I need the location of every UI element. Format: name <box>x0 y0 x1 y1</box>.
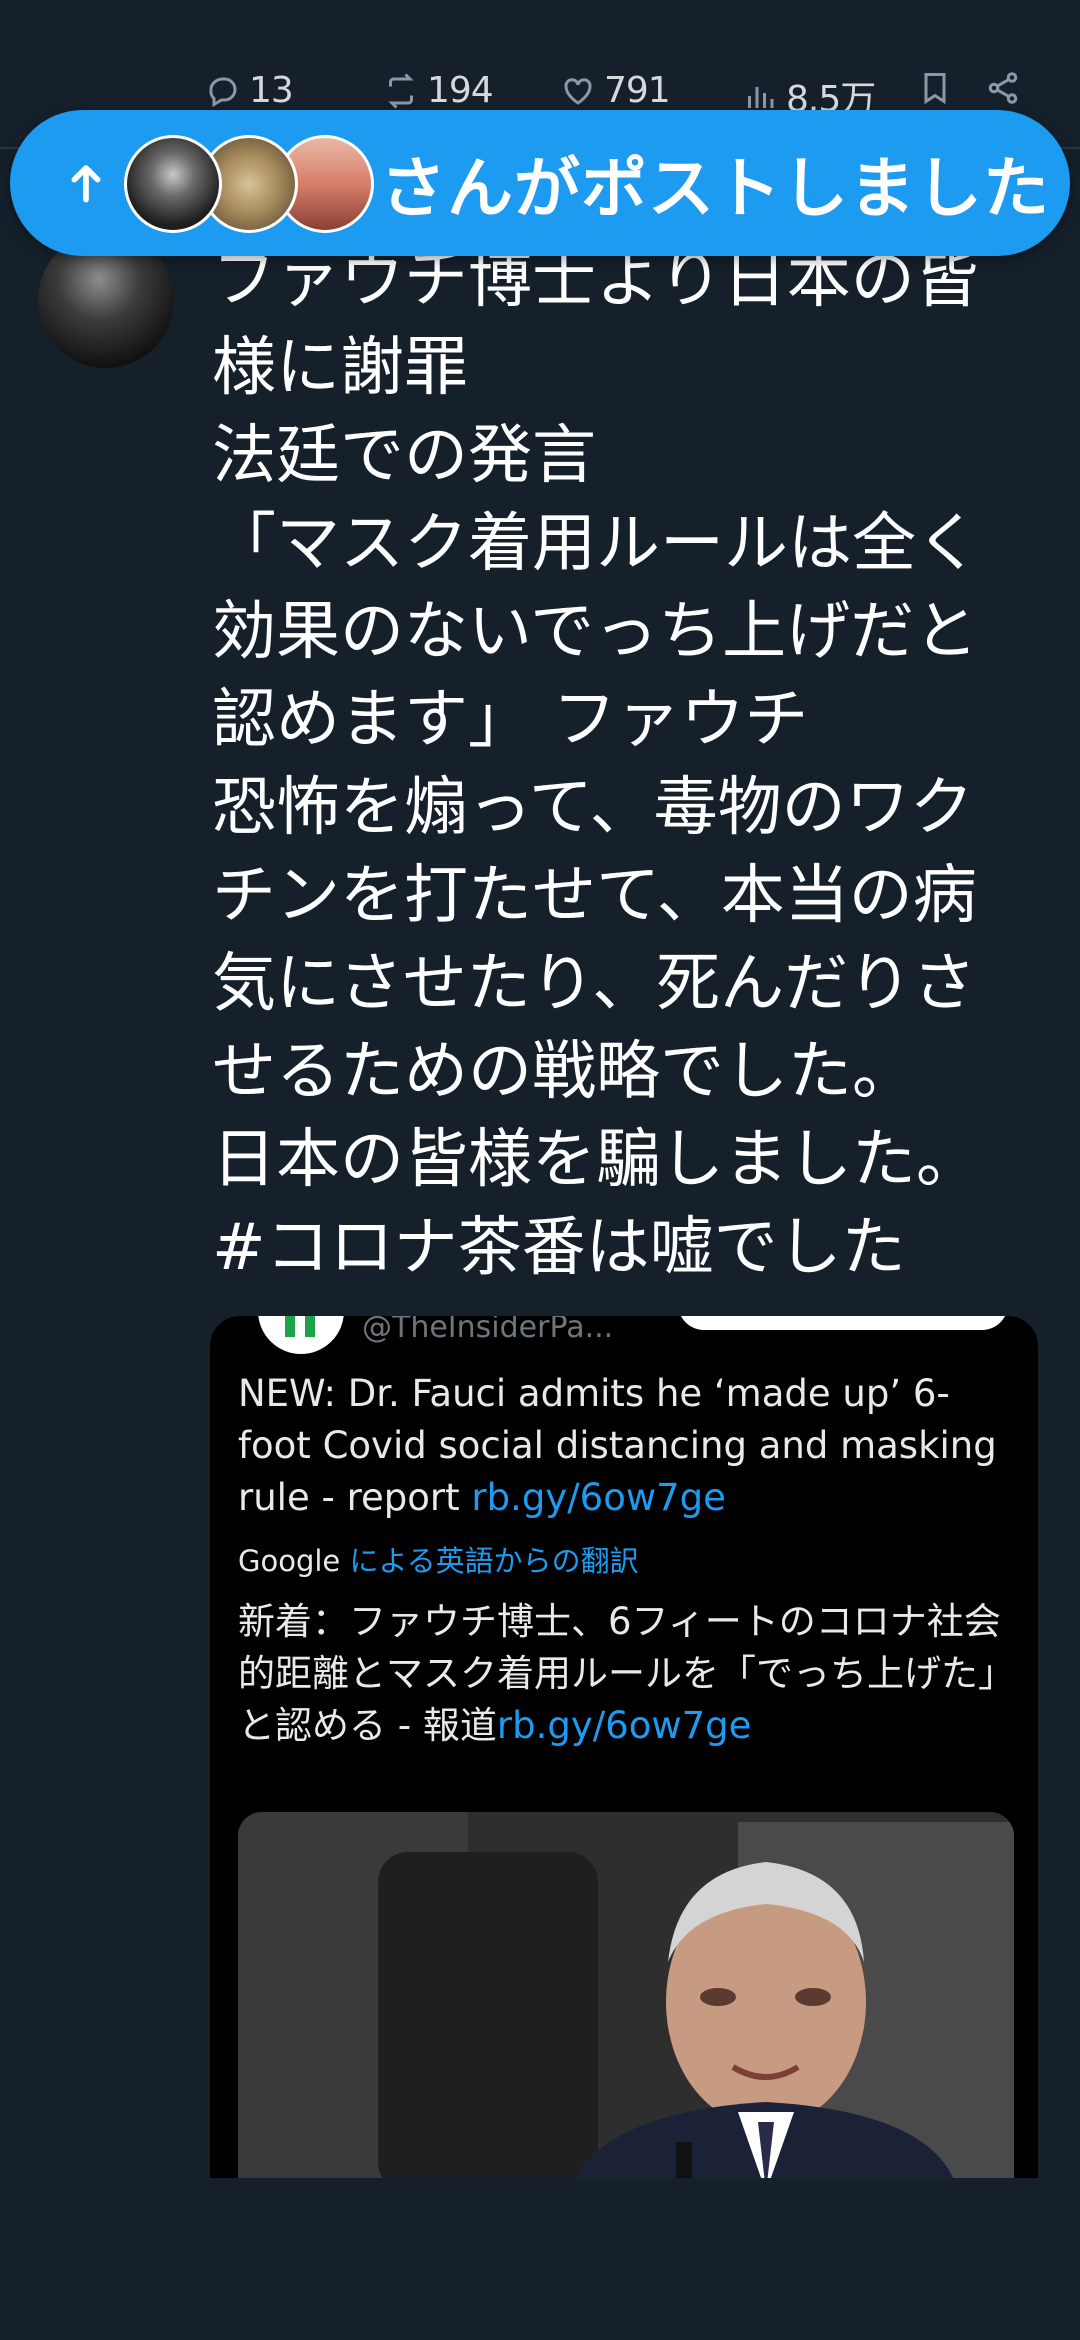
card-handle-row: @TheInsiderPa... <box>238 1316 1018 1354</box>
translate-link[interactable]: による英語からの翻訳 <box>349 1544 638 1578</box>
card-avatar <box>258 1316 344 1354</box>
hashtag-line[interactable]: #コロナ茶番は嘘でした <box>212 1204 1012 1292</box>
tweet-text: ファウチ博士より日本の皆 様に謝罪 法廷での発言 「マスク着用ルールは全く 効果… <box>212 236 1012 1292</box>
tweet-line: 恐怖を煽って、毒物のワク <box>212 771 974 845</box>
pill-avatars <box>124 135 374 233</box>
avatar <box>124 135 222 233</box>
like-icon <box>564 77 592 105</box>
repost-count: 194 <box>427 70 494 111</box>
portrait-photo <box>238 1812 1014 2178</box>
tweet-line: 認めます」 ファウチ <box>212 683 809 757</box>
tweet-line: 様に謝罪 <box>212 331 468 405</box>
tweet-line: チンを打たせて、本当の病 <box>212 859 977 933</box>
bookmark-action[interactable] <box>917 70 953 106</box>
tweet-line: 気にさせたり、死んだりさ <box>212 947 977 1021</box>
media-card[interactable]: @TheInsiderPa... NEW: Dr. Fauci admits h… <box>210 1316 1038 2178</box>
tweet-line: 効果のないでっち上げだと <box>212 595 979 669</box>
card-japanese-link[interactable]: rb.gy/6ow7ge <box>497 1704 752 1747</box>
card-handle: @TheInsiderPa... <box>362 1316 614 1345</box>
reply-icon <box>209 77 237 107</box>
reply-action[interactable]: 13 <box>205 70 294 111</box>
card-japanese-text: 新着：ファウチ博士、6フィートのコロナ社会的距離とマスク着用ルールを「でっち上げ… <box>238 1596 1018 1752</box>
new-posts-pill[interactable]: さんがポストしました <box>10 110 1070 256</box>
bookmark-icon <box>924 73 946 105</box>
arrow-up-icon <box>56 161 116 205</box>
screen: 13 194 791 8.5万 ファウチ博士より日本の皆 様に謝罪 法廷での発言… <box>0 0 1080 2340</box>
card-english-text: NEW: Dr. Fauci admits he ‘made up’ 6-foo… <box>238 1368 1018 1524</box>
repost-icon <box>388 72 414 109</box>
card-english-link[interactable]: rb.gy/6ow7ge <box>471 1476 726 1519</box>
card-photo[interactable] <box>238 1812 1014 2178</box>
tweet-line: 日本の皆様を騙しました。 <box>212 1123 980 1197</box>
tweet-line: 「マスク着用ルールは全く <box>212 507 980 581</box>
reply-count: 13 <box>249 70 294 111</box>
like-action[interactable]: 791 <box>560 70 671 111</box>
share-action[interactable] <box>985 70 1021 106</box>
pill-label: さんがポストしました <box>380 150 1050 227</box>
translate-row: Google による英語からの翻訳 <box>238 1538 639 1580</box>
share-icon <box>988 72 1018 104</box>
tweet-line: せるための戦略でした。 <box>212 1035 916 1109</box>
views-icon <box>748 87 774 108</box>
like-count: 791 <box>604 70 671 111</box>
card-follow-button <box>678 1316 1008 1330</box>
tweet-line: 法廷での発言 <box>212 419 596 493</box>
repost-action[interactable]: 194 <box>383 70 494 111</box>
translate-brand: Google <box>238 1544 341 1578</box>
